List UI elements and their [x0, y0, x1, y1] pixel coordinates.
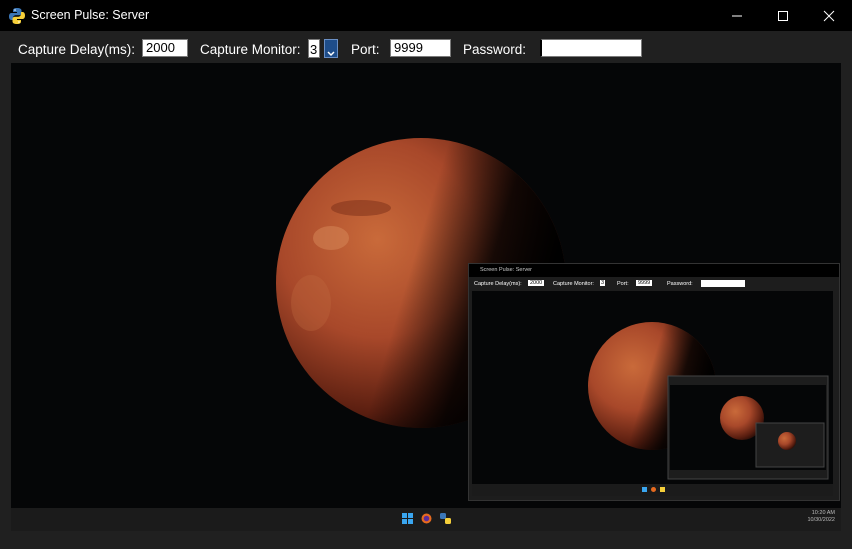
- captured-taskbar: 10:20 AM 10/30/2022: [11, 508, 841, 531]
- python-icon: [9, 8, 25, 24]
- clock-time: 10:20 AM: [811, 510, 835, 516]
- nested-server-preview: Screen Pulse: Server Capture Delay(ms): …: [468, 263, 840, 501]
- capture-monitor-value[interactable]: 3: [308, 39, 320, 58]
- close-icon: [823, 10, 835, 21]
- nested-taskbar: [472, 484, 833, 496]
- nested-capture-monitor-label: Capture Monitor:: [553, 281, 594, 287]
- port-input[interactable]: 9999: [390, 39, 451, 57]
- nested-python-icon: [660, 487, 665, 492]
- nested-firefox-icon: [651, 487, 656, 492]
- clock: 10:20 AM 10/30/2022: [807, 510, 835, 524]
- nested-capture-monitor-value: 3: [600, 280, 606, 286]
- window-title: Screen Pulse: Server: [31, 8, 150, 22]
- password-input[interactable]: [540, 39, 642, 57]
- chevron-down-icon: [327, 51, 335, 57]
- capture-delay-input[interactable]: 2000: [142, 39, 188, 57]
- close-button[interactable]: [806, 0, 852, 31]
- nested-controls: Capture Delay(ms): 2000 Capture Monitor:…: [469, 277, 839, 290]
- control-strip: Capture Delay(ms): 2000 Capture Monitor:…: [0, 31, 852, 63]
- nested-start-icon: [642, 487, 647, 492]
- title-bar[interactable]: Screen Pulse: Server: [0, 0, 852, 31]
- windows-start-icon: [402, 513, 413, 524]
- nested-screen: [472, 291, 833, 484]
- clock-date: 10/30/2022: [807, 517, 835, 523]
- nested-port-value: 9999: [636, 280, 653, 286]
- nested-password-label: Password:: [667, 281, 693, 287]
- nested-password-field: [701, 280, 745, 287]
- capture-monitor-label: Capture Monitor:: [200, 42, 301, 57]
- password-label: Password:: [463, 42, 527, 57]
- nested-capture-delay-label: Capture Delay(ms):: [474, 281, 522, 287]
- maximize-icon: [778, 10, 788, 21]
- capture-delay-label: Capture Delay(ms):: [18, 42, 136, 57]
- nested-mars-wallpaper: [588, 322, 829, 480]
- python-icon: [440, 513, 451, 524]
- minimize-icon: [732, 15, 742, 16]
- nested-title-bar: Screen Pulse: Server: [469, 264, 839, 277]
- firefox-icon: [421, 513, 432, 524]
- screen-preview: Screen Pulse: Server Capture Delay(ms): …: [11, 63, 841, 508]
- spin-down-button[interactable]: [324, 39, 338, 58]
- server-window: Screen Pulse: Server Capture Delay(ms): …: [0, 0, 852, 549]
- maximize-button[interactable]: [760, 0, 806, 31]
- capture-monitor-spinbox[interactable]: 3: [308, 39, 338, 58]
- minimize-button[interactable]: [714, 0, 760, 31]
- nested-port-label: Port:: [617, 281, 629, 287]
- nested-title: Screen Pulse: Server: [480, 267, 532, 273]
- port-label: Port:: [351, 42, 380, 57]
- nested-capture-delay-value: 2000: [528, 280, 545, 286]
